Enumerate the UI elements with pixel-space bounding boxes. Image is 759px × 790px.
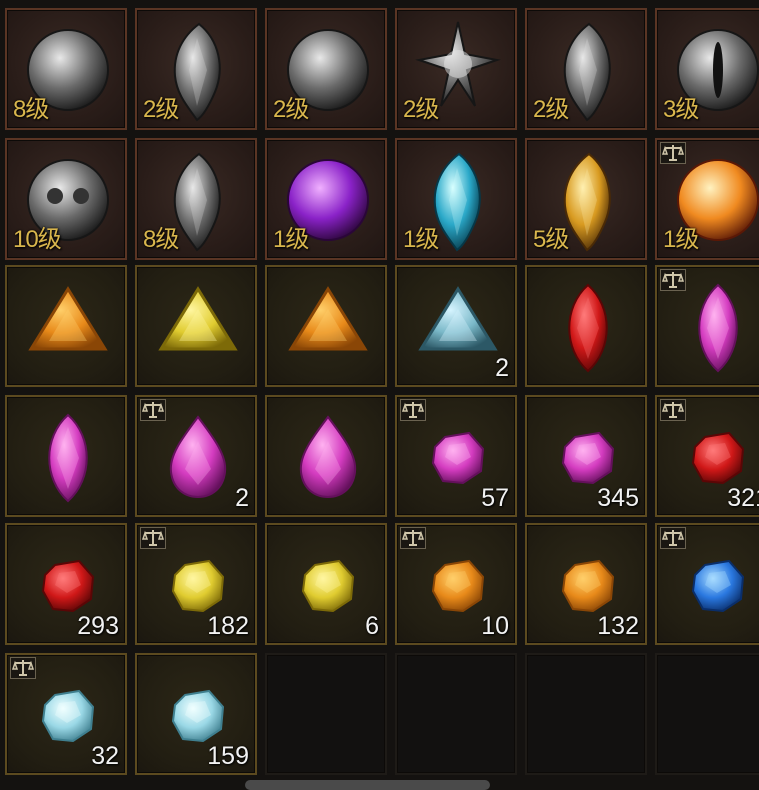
- item-level-label: 5级: [533, 226, 569, 253]
- balance-scale-icon: [660, 269, 686, 291]
- item-count-label: 182: [207, 612, 249, 640]
- empty-slot[interactable]: [525, 653, 647, 775]
- orange-triangle-gem-icon: [288, 286, 368, 351]
- item-level-label: 2级: [143, 96, 179, 123]
- inventory-slot[interactable]: 8级: [5, 8, 127, 130]
- inventory-slot[interactable]: 2级: [525, 8, 647, 130]
- item-count-label: 32: [91, 742, 119, 770]
- item-level-label: 2级: [403, 96, 439, 123]
- inventory-slot[interactable]: 6: [265, 523, 387, 645]
- balance-scale-icon: [400, 399, 426, 421]
- item-count-label: 132: [597, 612, 639, 640]
- inventory-slot[interactable]: 32: [5, 653, 127, 775]
- balance-scale-icon: [140, 527, 166, 549]
- balance-scale-icon: [10, 657, 36, 679]
- inventory-slot[interactable]: 2: [135, 395, 257, 517]
- inventory-slot[interactable]: 10: [395, 523, 517, 645]
- item-level-label: 10级: [13, 226, 62, 253]
- empty-slot[interactable]: [265, 653, 387, 775]
- item-count-label: 293: [77, 612, 119, 640]
- item-level-label: 2级: [273, 96, 309, 123]
- inventory-slot[interactable]: 10级: [5, 138, 127, 260]
- orange-triangle-gem-icon: [28, 286, 108, 351]
- item-count-label: 2: [235, 484, 249, 512]
- inventory-slot[interactable]: 159: [135, 653, 257, 775]
- inventory-slot[interactable]: 3级: [655, 8, 759, 130]
- inventory-slot[interactable]: [5, 395, 127, 517]
- item-count-label: 6: [365, 612, 379, 640]
- inventory-slot[interactable]: [525, 265, 647, 387]
- scroll-indicator[interactable]: [245, 780, 490, 790]
- item-count-label: 345: [597, 484, 639, 512]
- inventory-slot[interactable]: 1级: [265, 138, 387, 260]
- balance-scale-icon: [140, 399, 166, 421]
- item-level-label: 1级: [403, 226, 439, 253]
- inventory-slot[interactable]: [265, 395, 387, 517]
- item-count-label: 57: [481, 484, 509, 512]
- item-level-label: 2级: [533, 96, 569, 123]
- inventory-slot[interactable]: [655, 265, 759, 387]
- yellow-triangle-gem-icon: [158, 286, 238, 351]
- inventory-slot[interactable]: 345: [525, 395, 647, 517]
- inventory-slot[interactable]: 5级: [525, 138, 647, 260]
- inventory-slot[interactable]: [655, 523, 759, 645]
- balance-scale-icon: [660, 527, 686, 549]
- inventory-slot[interactable]: 2: [395, 265, 517, 387]
- inventory-slot[interactable]: 182: [135, 523, 257, 645]
- balance-scale-icon: [400, 527, 426, 549]
- pink-marquise-gem-icon: [48, 413, 88, 503]
- item-level-label: 1级: [273, 226, 309, 253]
- inventory-slot[interactable]: 1级: [655, 138, 759, 260]
- pink-teardrop-gem-icon: [299, 415, 357, 499]
- balance-scale-icon: [660, 142, 686, 164]
- item-count-label: 10: [481, 612, 509, 640]
- inventory-slot[interactable]: [265, 265, 387, 387]
- inventory-slot[interactable]: [135, 265, 257, 387]
- inventory-slot[interactable]: [5, 265, 127, 387]
- item-count-label: 321: [727, 484, 759, 512]
- inventory-grid: 8级 2级 2级 2级 2级 3级 10级 8级 1级 1级 5级 1级 2 2 57 345 321 293 18…: [0, 0, 759, 788]
- inventory-slot[interactable]: 2级: [135, 8, 257, 130]
- inventory-slot[interactable]: 2级: [265, 8, 387, 130]
- empty-slot[interactable]: [655, 653, 759, 775]
- item-level-label: 3级: [663, 96, 699, 123]
- item-level-label: 1级: [663, 226, 699, 253]
- inventory-slot[interactable]: 1级: [395, 138, 517, 260]
- red-marquise-gem-icon: [568, 283, 608, 373]
- inventory-slot[interactable]: 293: [5, 523, 127, 645]
- item-count-label: 2: [495, 354, 509, 382]
- inventory-slot[interactable]: 132: [525, 523, 647, 645]
- balance-scale-icon: [660, 399, 686, 421]
- inventory-slot[interactable]: 8级: [135, 138, 257, 260]
- inventory-slot[interactable]: 2级: [395, 8, 517, 130]
- empty-slot[interactable]: [395, 653, 517, 775]
- inventory-slot[interactable]: 57: [395, 395, 517, 517]
- item-level-label: 8级: [143, 226, 179, 253]
- item-level-label: 8级: [13, 96, 49, 123]
- inventory-slot[interactable]: 321: [655, 395, 759, 517]
- item-count-label: 159: [207, 742, 249, 770]
